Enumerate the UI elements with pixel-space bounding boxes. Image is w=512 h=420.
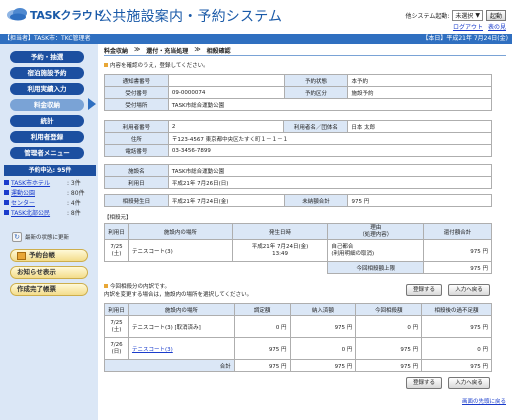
offset-table: 相殺発生日 平成21年 7月24日(金) 未納額合計 975 円 (104, 194, 492, 207)
list-item[interactable]: TASK北部公民: 8件 (4, 207, 96, 217)
sidebar-item-admin[interactable]: 管理者メニュー (10, 147, 84, 159)
place-value: TASK市総合運動公園 (167, 98, 493, 111)
book-icon (17, 251, 26, 260)
system-select[interactable]: 未選択 ▼ (452, 9, 483, 21)
table-row: 7/25 (土) テニスコート(3) [取消済み] 0 円 975 円 0 円 … (104, 315, 492, 338)
table-row: 7/25 (土) テニスコート(3) 平成21年 7月24日(金) 13:49 … (104, 239, 492, 262)
chevron-down-icon: ▼ (475, 11, 480, 19)
launch-button[interactable]: 起動 (485, 9, 506, 21)
system-switch: 他システム起動: 未選択 ▼ 起動 (405, 9, 506, 21)
back-button-bottom[interactable]: 入力へ戻る (448, 377, 490, 389)
header-links: ログアウト 表の見 (453, 22, 506, 31)
header: TASKクラウド 公共施設案内・予約システム 他システム起動: 未選択 ▼ 起動… (0, 0, 512, 34)
user-no-value: 2 (167, 120, 285, 133)
cloud-logo-icon (7, 8, 27, 21)
square-icon (4, 179, 9, 185)
category-value: 施設予約 (347, 86, 492, 99)
unpaid-total-value: 975 円 (347, 194, 492, 207)
apply-heading: 予約申込: 95件 (4, 165, 96, 176)
sidebar: 予約・抽選 宿泊施設予約 利用実績入力 料金収納 統計 利用者登録 管理者メニュ… (0, 44, 98, 420)
today-label: 【本日】平成21年 7月24日(金) (422, 35, 508, 42)
detail-note-2: 内訳を変更する場合は，施設内の場所を選択してください。 (104, 292, 253, 298)
refresh-button[interactable]: ↻ 最新の状態に更新 (12, 232, 69, 242)
user-table: 利用者番号 2 利用者名／団体名 日本 太郎 住所 〒123-4567 東京都中… (104, 120, 493, 157)
sidebar-item-users[interactable]: 利用者登録 (10, 131, 84, 143)
facility-value: TASK市総合運動公園 (167, 164, 493, 177)
sidebar-item-lodging[interactable]: 宿泊施設予約 (10, 67, 84, 79)
user-name-value: 日本 太郎 (347, 120, 492, 133)
detail-note: 今回相殺分の内訳です。 (104, 282, 170, 290)
offset-date-value: 平成21年 7月24日(金) (167, 194, 285, 207)
facility-table: 施設名 TASK市総合運動公園 利用日 平成21年 7月26日(日) (104, 164, 493, 189)
page-title: 公共施設案内・予約システム (98, 9, 283, 25)
list-item[interactable]: TASK市ホテル: 3件 (4, 177, 96, 187)
active-arrow-icon (88, 98, 96, 110)
sidebar-item-reserve[interactable]: 予約・抽選 (10, 51, 84, 63)
instruction-note: 内容を確認のうえ，登録してください。 (104, 61, 209, 69)
notice-button[interactable]: お知らせ表示 (10, 266, 88, 279)
status-value: 本予約 (347, 74, 492, 87)
table-row: 7/26 (日) テニスコート(3) 975 円 0 円 975 円 0 円 (104, 337, 492, 360)
offset-limit-value: 975 円 (423, 261, 492, 274)
use-date-value: 平成21年 7月26日(日) (167, 176, 493, 189)
square-icon (4, 199, 9, 205)
back-button[interactable]: 入力へ戻る (448, 284, 490, 296)
reservation-table: 通知書番号 予約状態 本予約 受付番号 09-0000074 予約区分 施設予約… (104, 74, 493, 111)
receipt-no-value: 09-0000074 (167, 86, 285, 99)
square-icon (4, 189, 9, 195)
help-link[interactable]: 表の見 (488, 22, 506, 31)
place-link[interactable]: テニスコート(3) (132, 347, 173, 353)
notice-no-value (167, 74, 285, 87)
phone-value: 03-3456-7899 (167, 144, 493, 157)
logo: TASKクラウド (6, 6, 104, 22)
source-heading: 【相殺元】 (104, 215, 132, 221)
register-button[interactable]: 登録する (406, 284, 442, 296)
reservation-ledger-button[interactable]: 予約台帳 (10, 249, 88, 262)
refresh-icon: ↻ (12, 232, 22, 242)
list-item[interactable]: センター: 4件 (4, 197, 96, 207)
status-bar: 【担当者】TASK市：TKC管理者 【本日】平成21年 7月24日(金) (0, 34, 512, 44)
main-content: 料金収納 ≫ 還付・充当処理 ≫ 相殺確認 内容を確認のうえ，登録してください。… (104, 44, 506, 420)
source-table: 利用日 施設内の場所 発生日時 理由 （処理内容） 還付額合計 7/25 (土)… (104, 223, 492, 274)
logout-link[interactable]: ログアウト (453, 22, 483, 31)
list-item[interactable]: 運動公園: 80件 (4, 187, 96, 197)
apply-list: TASK市ホテル: 3件 運動公園: 80件 センター: 4件 TASK北部公民… (4, 177, 96, 217)
operator-label: 【担当者】TASK市：TKC管理者 (4, 35, 91, 42)
back-to-top-link[interactable]: 画面の先頭に戻る (462, 397, 506, 405)
logo-text: TASKクラウド (30, 9, 104, 22)
sidebar-item-fee[interactable]: 料金収納 (10, 99, 84, 111)
sidebar-item-stats[interactable]: 統計 (10, 115, 84, 127)
sidebar-item-usage[interactable]: 利用実績入力 (10, 83, 84, 95)
register-button-bottom[interactable]: 登録する (406, 377, 442, 389)
bullet-icon (104, 284, 108, 288)
square-icon (4, 209, 9, 215)
breadcrumb: 料金収納 ≫ 還付・充当処理 ≫ 相殺確認 (104, 46, 231, 55)
detail-table: 利用日 施設内の場所 調定額 納入済額 今回相殺額 相殺後の過不足額 7/25 … (104, 303, 492, 372)
address-value: 〒123-4567 東京都中央区たすく町１－１－１ (167, 132, 493, 145)
bullet-icon (104, 63, 108, 67)
system-switch-label: 他システム起動: (405, 12, 450, 20)
divider (104, 55, 506, 56)
report-button[interactable]: 作成完了帳票 (10, 283, 88, 296)
